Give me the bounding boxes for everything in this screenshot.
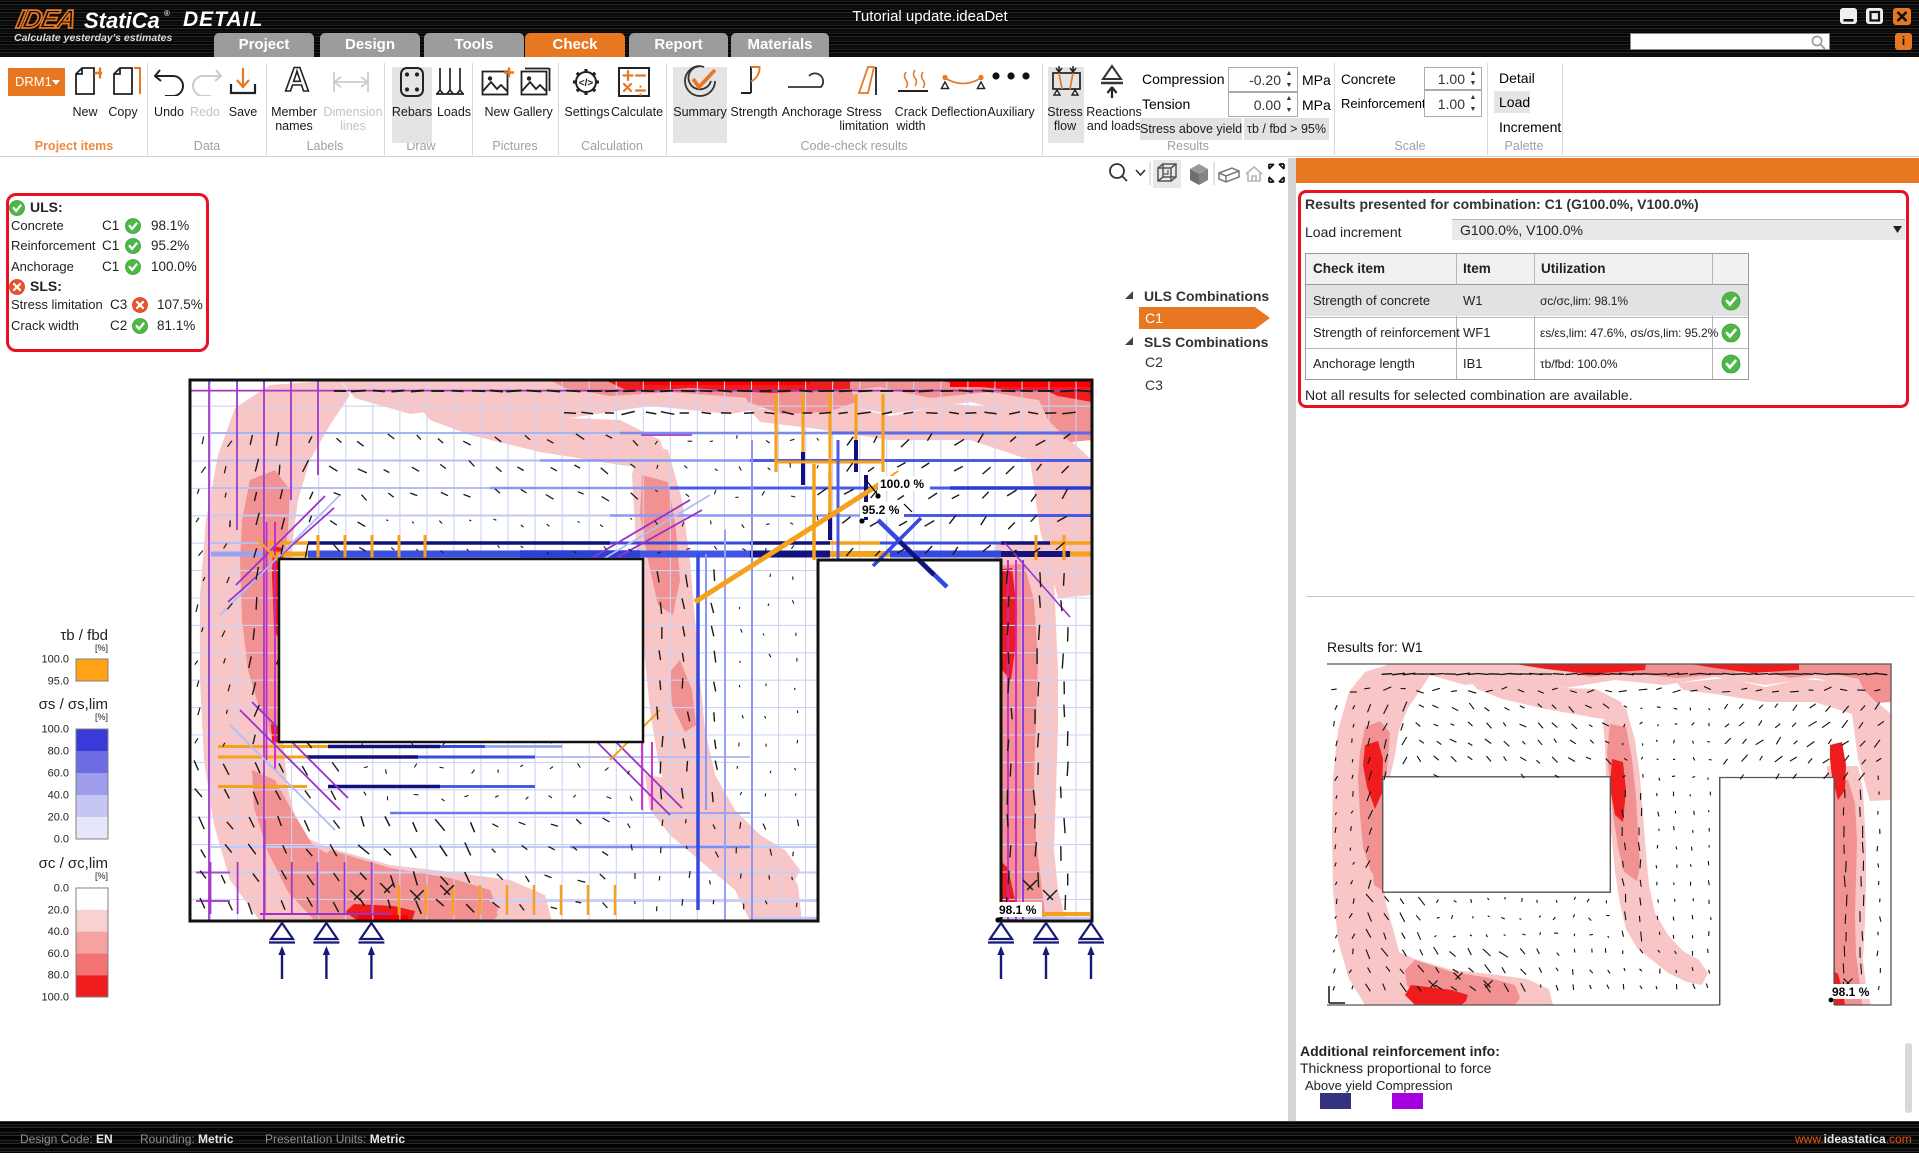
svg-text:0.0: 0.0 [54,834,69,846]
svg-text:[%]: [%] [95,643,108,653]
svg-text:Reinforcement: Reinforcement [11,238,96,253]
svg-text:Anchorage: Anchorage [11,259,74,274]
svg-text:100.0: 100.0 [41,654,69,666]
svg-text:81.1%: 81.1% [157,318,195,333]
svg-text:C1: C1 [102,218,119,233]
svg-text:98.1 %: 98.1 % [999,903,1037,917]
svg-text:0.0: 0.0 [54,883,69,895]
svg-text:[%]: [%] [95,871,108,881]
svg-text:A: A [285,64,310,96]
svg-text:98.1%: 98.1% [151,218,189,233]
svg-text:StatiCa: StatiCa [84,8,160,33]
svg-text:100.0: 100.0 [41,992,69,1004]
svg-text:80.0: 80.0 [48,970,69,982]
svg-text:Stress limitation: Stress limitation [11,297,103,312]
svg-text:100.0 %: 100.0 % [880,477,924,491]
svg-text:</>: </> [579,78,594,89]
svg-text:107.5%: 107.5% [157,297,203,312]
svg-text:60.0: 60.0 [48,948,69,960]
svg-text:60.0: 60.0 [48,768,69,780]
svg-text:[%]: [%] [95,712,108,722]
svg-text:95.2 %: 95.2 % [862,503,900,517]
svg-text:σs / σs,lim: σs / σs,lim [39,696,108,713]
svg-text:100.0%: 100.0% [151,259,197,274]
svg-text:σc / σc,lim: σc / σc,lim [39,855,108,872]
svg-text:20.0: 20.0 [48,812,69,824]
svg-text:40.0: 40.0 [48,790,69,802]
svg-text:C2: C2 [110,318,127,333]
svg-text:IDEA: IDEA [14,5,78,34]
svg-text:C1: C1 [1145,310,1163,326]
svg-text:C1: C1 [102,259,119,274]
svg-text:95.0: 95.0 [48,676,69,688]
svg-text:100.0: 100.0 [41,724,69,736]
svg-text:SLS:: SLS: [30,278,62,294]
svg-text:95.2%: 95.2% [151,238,189,253]
svg-text:40.0: 40.0 [48,926,69,938]
svg-text:Concrete: Concrete [11,218,64,233]
svg-text:τb / fbd: τb / fbd [60,628,108,644]
svg-text:C1: C1 [102,238,119,253]
svg-text:ULS:: ULS: [30,199,63,215]
svg-text:C3: C3 [110,297,127,312]
svg-text:20.0: 20.0 [48,904,69,916]
svg-text:®: ® [164,9,170,18]
svg-text:Crack width: Crack width [11,318,79,333]
svg-text:98.1 %: 98.1 % [1832,985,1870,999]
svg-text:80.0: 80.0 [48,746,69,758]
